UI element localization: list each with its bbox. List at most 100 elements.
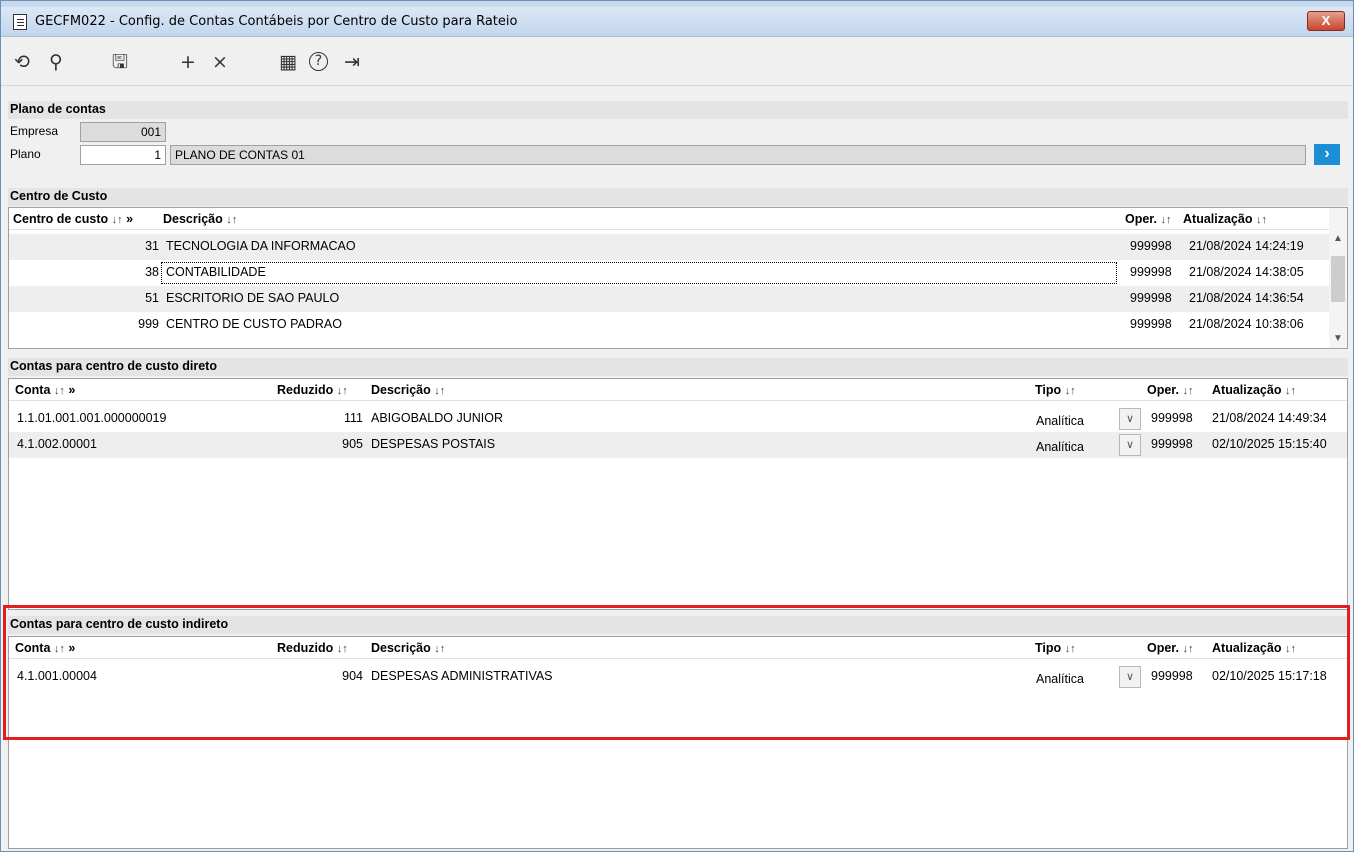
more-icon: »: [126, 212, 134, 226]
plano-label: Plano: [10, 147, 41, 161]
table-row[interactable]: 999 CENTRO DE CUSTO PADRAO 999998 21/08/…: [9, 312, 1347, 338]
empresa-field: 001: [80, 122, 166, 142]
plano-description: PLANO DE CONTAS 01: [170, 145, 1306, 165]
direto-grid-header: Conta ↓↑ » Reduzido ↓↑ Descrição ↓↑ Tipo…: [9, 379, 1347, 401]
cell-codigo: 31: [145, 239, 159, 253]
col-conta[interactable]: Conta ↓↑ »: [15, 383, 75, 397]
sort-icon: ↓↑: [1160, 214, 1172, 226]
chevron-down-icon[interactable]: ∨: [1119, 434, 1141, 456]
cell-descricao: ESCRITORIO DE SAO PAULO: [166, 291, 340, 305]
sort-icon: ↓↑: [434, 385, 446, 397]
centro-section-title: Centro de Custo: [8, 188, 1348, 206]
cell-codigo: 38: [145, 265, 159, 279]
scroll-down-icon[interactable]: ▼: [1329, 330, 1347, 348]
sort-icon: ↓↑: [1255, 214, 1267, 226]
title-bar: GECFM022 - Config. de Contas Contábeis p…: [1, 7, 1353, 37]
selection-box: [161, 262, 1117, 284]
cell-codigo: 51: [145, 291, 159, 305]
table-row[interactable]: 4.1.002.00001 905 DESPESAS POSTAIS Analí…: [9, 432, 1347, 458]
cell-codigo: 999: [138, 317, 159, 331]
cell-oper: 999998: [1130, 239, 1172, 253]
col-atualizacao-label: Atualização: [1183, 212, 1253, 226]
centro-grid-header: Centro de custo ↓↑ » Descrição ↓↑ Oper. …: [9, 208, 1347, 230]
sort-icon: ↓↑: [1064, 385, 1076, 397]
sort-icon: ↓↑: [336, 385, 348, 397]
cell-conta: 4.1.002.00001: [17, 437, 97, 451]
cell-descricao: ABIGOBALDO JUNIOR: [371, 411, 503, 425]
cell-oper: 999998: [1151, 437, 1193, 451]
col-reduzido[interactable]: Reduzido ↓↑: [277, 383, 348, 397]
cell-atualizacao: 21/08/2024 14:24:19: [1189, 239, 1304, 253]
go-button[interactable]: ›: [1314, 144, 1340, 165]
cell-descricao: DESPESAS POSTAIS: [371, 437, 496, 451]
col-oper[interactable]: Oper. ↓↑: [1147, 383, 1193, 397]
add-icon[interactable]: +: [177, 51, 199, 73]
more-icon: »: [68, 383, 76, 397]
cell-oper: 999998: [1151, 411, 1193, 425]
col-reduzido-label: Reduzido: [277, 383, 334, 397]
col-centro[interactable]: Centro de custo ↓↑ »: [13, 212, 133, 226]
sort-icon: ↓↑: [226, 214, 238, 226]
col-oper-label: Oper.: [1125, 212, 1157, 226]
table-row[interactable]: 1.1.01.001.001.000000019 111 ABIGOBALDO …: [9, 406, 1347, 432]
cell-atualizacao: 02/10/2025 15:15:40: [1212, 437, 1327, 451]
col-tipo[interactable]: Tipo ↓↑: [1035, 383, 1076, 397]
cell-descricao: TECNOLOGIA DA INFORMACAO: [166, 239, 356, 253]
scroll-up-icon[interactable]: ▲: [1329, 230, 1347, 248]
empresa-label: Empresa: [10, 124, 59, 138]
col-oper[interactable]: Oper. ↓↑: [1125, 212, 1171, 226]
col-descricao-label: Descrição: [163, 212, 223, 226]
cell-reduzido: 905: [342, 437, 363, 451]
col-tipo-label: Tipo: [1035, 383, 1062, 397]
app-window: GECFM022 - Config. de Contas Contábeis p…: [0, 0, 1354, 852]
col-descricao[interactable]: Descrição ↓↑: [163, 212, 237, 226]
exit-icon[interactable]: ⇥: [341, 51, 363, 73]
calendar-icon[interactable]: ▦: [277, 51, 299, 73]
sort-icon: ↓↑: [111, 214, 123, 226]
cell-descricao: CONTABILIDADE: [166, 265, 266, 279]
scroll-thumb[interactable]: [1331, 256, 1345, 302]
cell-oper: 999998: [1130, 291, 1172, 305]
help-icon[interactable]: ?: [309, 52, 328, 71]
undo-icon[interactable]: ⟲: [11, 51, 33, 73]
col-descricao-label: Descrição: [371, 383, 431, 397]
centro-grid: Centro de custo ↓↑ » Descrição ↓↑ Oper. …: [8, 207, 1348, 349]
cell-tipo: Analítica: [1036, 414, 1084, 428]
document-icon: [13, 14, 27, 30]
vertical-scrollbar[interactable]: ▲ ▼: [1329, 208, 1347, 348]
delete-icon[interactable]: ×: [209, 51, 231, 73]
cell-atualizacao: 21/08/2024 14:38:05: [1189, 265, 1304, 279]
col-conta-label: Conta: [15, 383, 51, 397]
search-icon[interactable]: ⚲: [45, 51, 67, 73]
cell-atualizacao: 21/08/2024 10:38:06: [1189, 317, 1304, 331]
sort-icon: ↓↑: [53, 385, 65, 397]
sort-icon: ↓↑: [1284, 385, 1296, 397]
col-oper-label: Oper.: [1147, 383, 1179, 397]
chevron-down-icon[interactable]: ∨: [1119, 408, 1141, 430]
direto-section-title: Contas para centro de custo direto: [8, 358, 1348, 376]
sort-icon: ↓↑: [1182, 385, 1194, 397]
col-atualizacao-label: Atualização: [1212, 383, 1282, 397]
cell-atualizacao: 21/08/2024 14:49:34: [1212, 411, 1327, 425]
highlight-box: [3, 605, 1350, 740]
window-title: GECFM022 - Config. de Contas Contábeis p…: [35, 14, 518, 29]
toolbar: ⟲ ⚲ 🖫 + × ▦ ? ⇥: [1, 38, 1353, 86]
col-atualizacao[interactable]: Atualização ↓↑: [1212, 383, 1296, 397]
cell-oper: 999998: [1130, 317, 1172, 331]
save-icon[interactable]: 🖫: [109, 51, 131, 73]
table-row[interactable]: 51 ESCRITORIO DE SAO PAULO 999998 21/08/…: [9, 286, 1347, 312]
plano-section-title: Plano de contas: [8, 101, 1348, 119]
cell-tipo: Analítica: [1036, 440, 1084, 454]
plano-field[interactable]: 1: [80, 145, 166, 165]
table-row-selected[interactable]: 38 CONTABILIDADE 999998 21/08/2024 14:38…: [9, 260, 1347, 286]
cell-atualizacao: 21/08/2024 14:36:54: [1189, 291, 1304, 305]
col-atualizacao[interactable]: Atualização ↓↑: [1183, 212, 1267, 226]
cell-reduzido: 111: [343, 411, 363, 425]
close-button[interactable]: X: [1307, 11, 1345, 31]
cell-oper: 999998: [1130, 265, 1172, 279]
table-row[interactable]: 31 TECNOLOGIA DA INFORMACAO 999998 21/08…: [9, 234, 1347, 260]
col-centro-label: Centro de custo: [13, 212, 109, 226]
cell-descricao: CENTRO DE CUSTO PADRAO: [166, 317, 342, 331]
cell-conta: 1.1.01.001.001.000000019: [17, 411, 167, 425]
col-descricao[interactable]: Descrição ↓↑: [371, 383, 445, 397]
